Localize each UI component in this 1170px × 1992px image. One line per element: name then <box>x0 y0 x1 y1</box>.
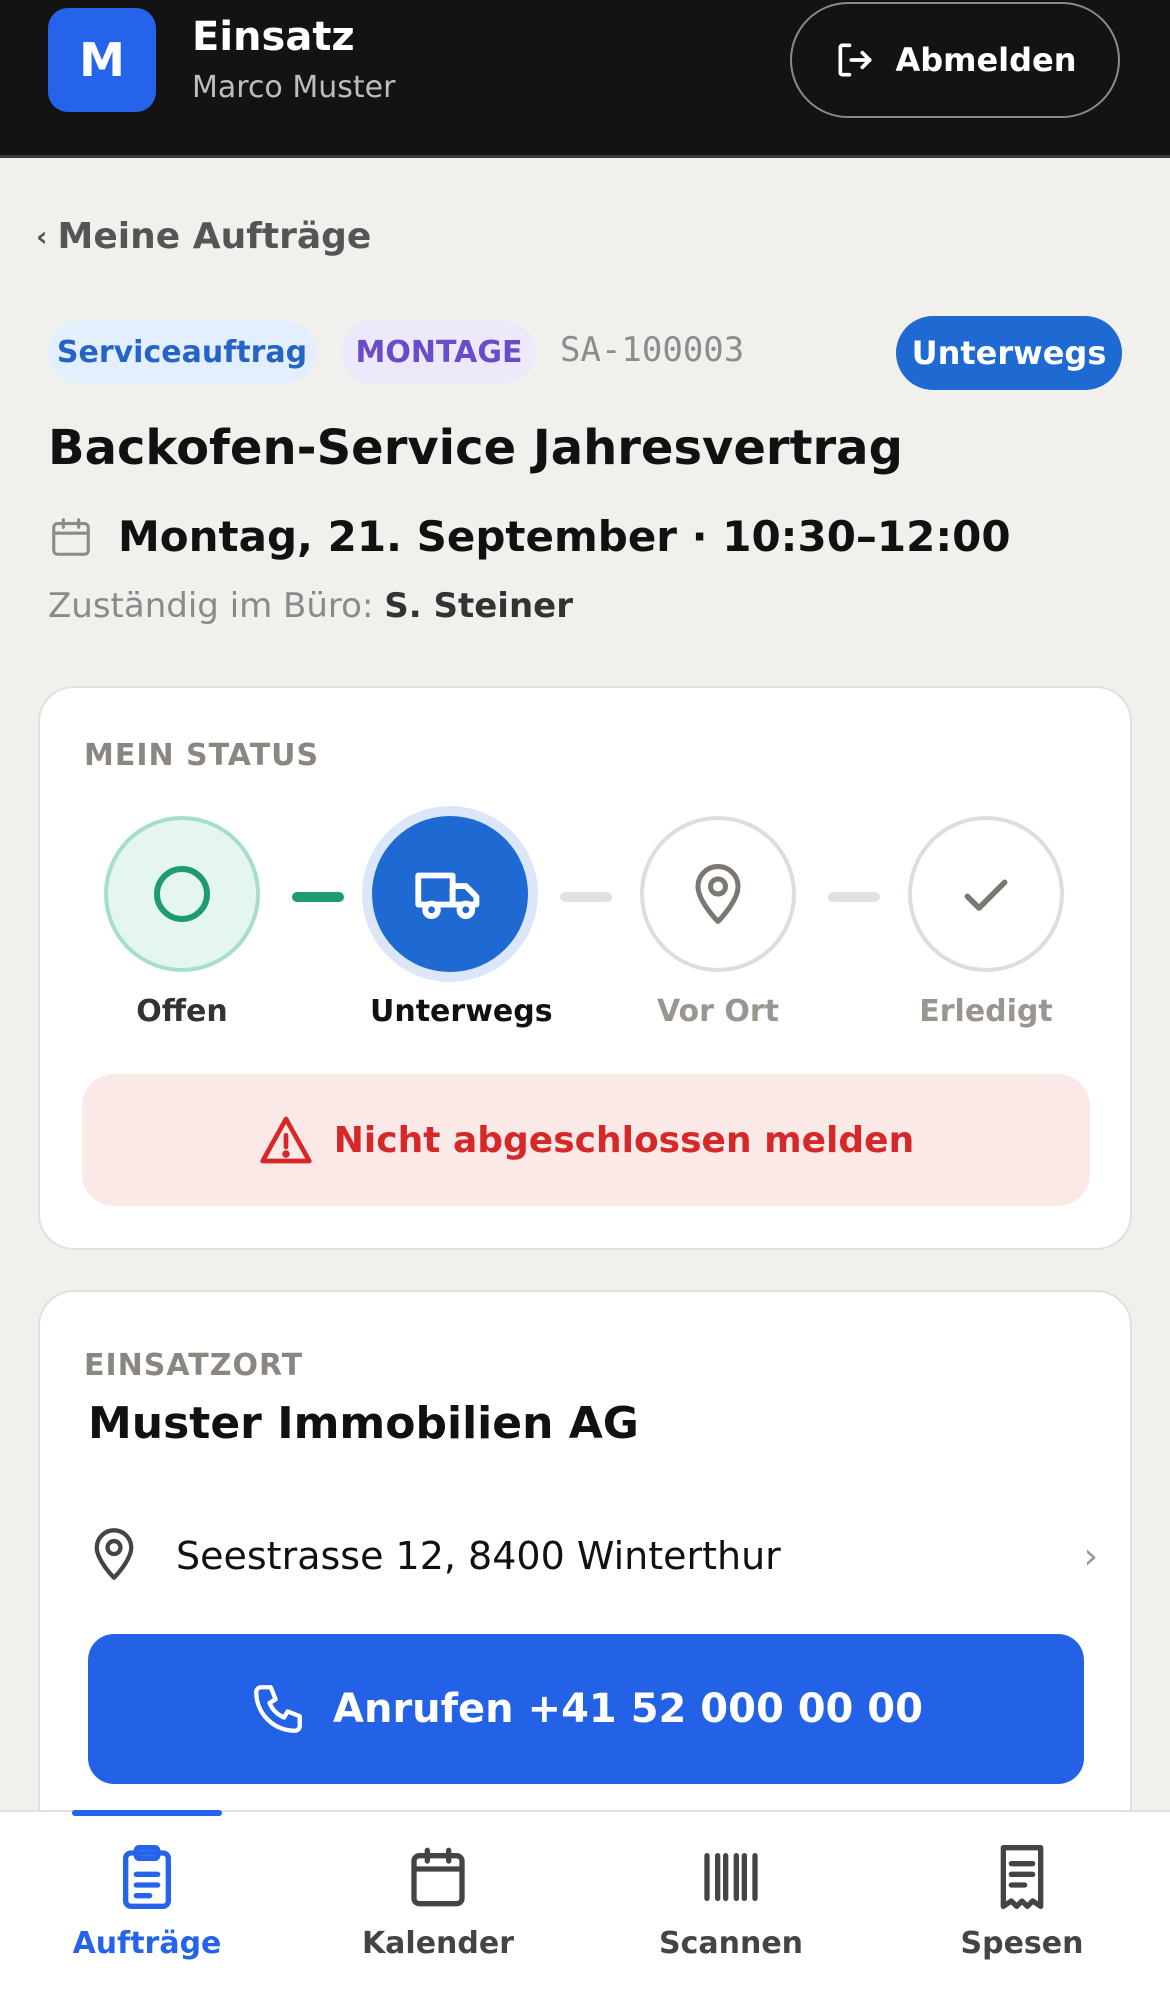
step-connector <box>828 892 880 902</box>
calendar-icon <box>411 1847 465 1907</box>
order-category-tag: MONTAGE <box>342 320 536 384</box>
bottom-navigation: Aufträge Kalender Scannen Spesen <box>0 1810 1170 1992</box>
chevron-left-icon: ‹ <box>36 220 48 253</box>
location-section-label: EINSATZORT <box>84 1348 304 1383</box>
status-step-vor-ort[interactable]: Vor Ort <box>638 816 798 1029</box>
warning-icon <box>260 1116 312 1164</box>
app-title: Einsatz <box>192 14 355 60</box>
status-step-erledigt[interactable]: Erledigt <box>906 816 1066 1029</box>
active-tab-indicator <box>72 1810 222 1816</box>
status-step-label: Erledigt <box>919 994 1053 1029</box>
call-label: Anrufen +41 52 000 00 00 <box>333 1686 923 1732</box>
logout-label: Abmelden <box>895 41 1077 79</box>
clipboard-icon <box>123 1845 171 1909</box>
status-badge: Unterwegs <box>896 316 1122 390</box>
page-title: Backofen-Service Jahresvertrag <box>48 420 903 476</box>
step-connector <box>292 892 344 902</box>
logout-button[interactable]: Abmelden <box>790 2 1120 118</box>
status-step-label: Vor Ort <box>656 994 780 1029</box>
circle-icon <box>154 866 210 922</box>
nav-item-spesen[interactable]: Spesen <box>902 1842 1142 1961</box>
nav-label: Aufträge <box>72 1926 222 1961</box>
back-link[interactable]: ‹ Meine Aufträge <box>36 216 371 257</box>
status-step-label: Unterwegs <box>370 994 553 1029</box>
avatar: M <box>48 8 156 112</box>
step-connector <box>560 892 612 902</box>
nav-label: Kalender <box>361 1926 515 1961</box>
truck-icon <box>415 872 480 920</box>
app-header: M Einsatz Marco Muster Abmelden <box>0 0 1170 158</box>
customer-name: Muster Immobilien AG <box>88 1398 639 1449</box>
checkmark-icon <box>964 879 1008 911</box>
nav-item-kalender[interactable]: Kalender <box>318 1842 558 1961</box>
user-name: Marco Muster <box>192 70 396 105</box>
status-section-label: MEIN STATUS <box>84 738 320 773</box>
nav-item-scannen[interactable]: Scannen <box>611 1842 851 1961</box>
status-step-offen[interactable]: Offen <box>102 816 262 1029</box>
order-type-tag: Serviceauftrag <box>48 320 316 384</box>
map-pin-icon <box>695 864 741 924</box>
address-row[interactable]: Seestrasse 12, 8400 Winterthur › <box>88 1516 1098 1596</box>
report-incomplete-button[interactable]: Nicht abgeschlossen melden <box>82 1074 1090 1206</box>
chevron-right-icon: › <box>1083 1535 1098 1577</box>
nav-label: Scannen <box>658 1926 804 1961</box>
datetime-text: Montag, 21. September · 10:30–12:00 <box>118 512 1011 561</box>
barcode-icon <box>704 1852 758 1901</box>
status-card: MEIN STATUS Offen Unterwegs Vor Ort Erle… <box>38 686 1132 1250</box>
address-text: Seestrasse 12, 8400 Winterthur <box>176 1534 781 1578</box>
nav-item-auftraege[interactable]: Aufträge <box>27 1842 267 1961</box>
back-link-label: Meine Aufträge <box>57 216 372 257</box>
nav-label: Spesen <box>960 1926 1084 1961</box>
report-label: Nicht abgeschlossen melden <box>333 1119 915 1161</box>
status-step-label: Offen <box>136 994 228 1029</box>
phone-icon <box>254 1685 302 1733</box>
logout-icon <box>838 43 872 77</box>
map-pin-icon <box>88 1526 140 1586</box>
call-button[interactable]: Anrufen +41 52 000 00 00 <box>88 1634 1084 1784</box>
responsible-name: S. Steiner <box>384 586 573 626</box>
order-datetime: Montag, 21. September · 10:30–12:00 <box>48 512 1011 561</box>
status-step-unterwegs[interactable]: Unterwegs <box>370 816 553 1029</box>
responsible-label: Zuständig im Büro: <box>48 586 374 626</box>
responsible-office: Zuständig im Büro: S. Steiner <box>48 586 573 626</box>
receipt-icon <box>1000 1844 1044 1909</box>
calendar-icon <box>52 517 90 556</box>
order-id: SA-100003 <box>560 330 745 370</box>
